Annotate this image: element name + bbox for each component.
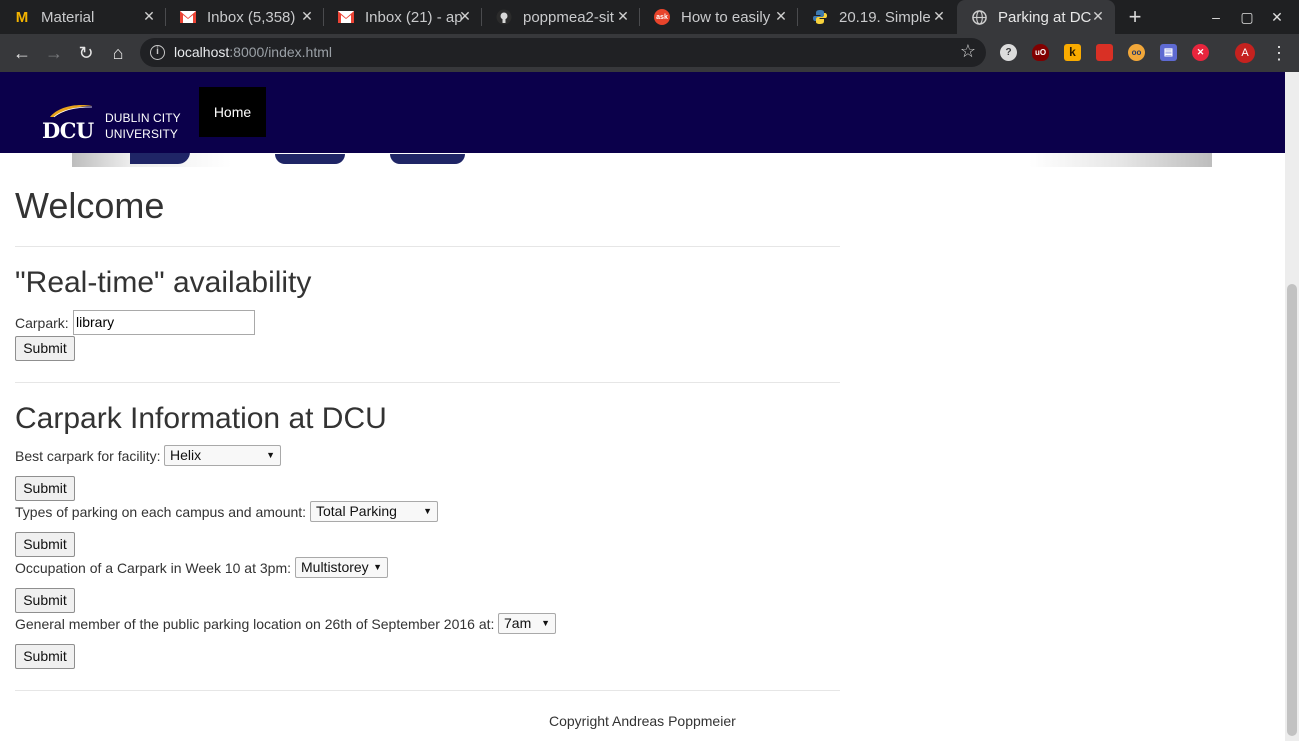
page-scrollbar[interactable] [1285,72,1299,741]
public-parking-selected: 7am [504,615,532,631]
new-tab-button[interactable]: + [1121,4,1149,30]
dropdown-arrow-icon: ▼ [541,618,550,628]
facility-submit-button[interactable]: Submit [15,476,75,501]
carpark-info-heading: Carpark Information at DCU [15,402,387,435]
realtime-submit-button[interactable]: Submit [15,336,75,361]
parking-types-selected: Total Parking [316,503,397,519]
page-title: Welcome [15,185,165,226]
public-parking-select[interactable]: 7am ▼ [498,613,556,634]
github-icon [496,9,512,25]
tab-parking-dcu[interactable]: Parking at DC ✕ [957,0,1115,34]
help-icon[interactable]: ? [1000,44,1017,61]
logo-line1: DUBLIN CITY [105,111,181,125]
tab-strip: M Material ✕ Inbox (5,358) ✕ Inbox (21) … [0,0,1299,34]
divider [15,690,840,691]
ask-icon: ask [654,9,670,25]
globe-icon [971,9,987,25]
tab-inbox-5358[interactable]: Inbox (5,358) ✕ [166,0,324,34]
home-icon[interactable]: ⌂ [106,41,130,65]
close-icon[interactable]: ✕ [458,9,472,23]
address-bar[interactable]: i localhost:8000/index.html ☆ [140,38,986,67]
keep-icon[interactable]: k [1064,44,1081,61]
address-path: :8000/index.html [229,44,332,60]
page-viewport: DCU DUBLIN CITY UNIVERSITY Home Welcome … [0,72,1285,741]
occupation-select[interactable]: Multistorey ▼ [295,557,388,578]
divider [15,382,840,383]
window-close-icon[interactable]: ✕ [1268,8,1286,26]
carpark-label: Carpark: [15,315,69,331]
browser-toolbar: ← → ↻ ⌂ i localhost:8000/index.html ☆ ? … [0,34,1299,72]
parking-types-label: Types of parking on each campus and amou… [15,504,307,520]
tab-material[interactable]: M Material ✕ [0,0,166,34]
forward-icon[interactable]: → [42,41,66,65]
reload-icon[interactable]: ↻ [74,41,98,65]
info-icon[interactable]: i [150,45,165,60]
facility-select[interactable]: Helix ▼ [164,445,281,466]
back-icon[interactable]: ← [10,41,34,65]
close-icon[interactable]: ✕ [142,9,156,23]
divider [15,246,840,247]
dropdown-arrow-icon: ▼ [373,562,382,572]
dropdown-arrow-icon: ▼ [266,450,275,460]
minimize-icon[interactable]: – [1207,8,1225,26]
tab-inbox-21[interactable]: Inbox (21) - ap ✕ [324,0,482,34]
occupation-submit-button[interactable]: Submit [15,588,75,613]
gmail-icon [338,9,354,25]
parking-types-submit-button[interactable]: Submit [15,532,75,557]
bookmark-star-icon[interactable]: ☆ [960,41,976,62]
carpark-input[interactable]: library [73,310,255,335]
facility-label: Best carpark for facility: [15,448,161,464]
tab-ask[interactable]: ask How to easily ✕ [640,0,798,34]
logo-mark: DCU [42,118,94,143]
scrollbar-thumb[interactable] [1287,284,1297,736]
parking-types-select[interactable]: Total Parking ▼ [310,501,438,522]
logo-line2: UNIVERSITY [105,127,179,141]
public-parking-label: General member of the public parking loc… [15,616,495,632]
dcu-logo[interactable]: DCU DUBLIN CITY UNIVERSITY [40,104,190,144]
tab-python-docs[interactable]: 20.19. Simple ✕ [798,0,956,34]
tab-github[interactable]: poppmea2-sit ✕ [482,0,640,34]
material-favicon-icon: M [15,8,29,26]
dropdown-arrow-icon: ▼ [423,506,432,516]
nav-home-link[interactable]: Home [199,87,266,137]
ublock-icon[interactable]: uO [1032,44,1049,61]
close-icon[interactable]: ✕ [1091,9,1105,23]
owl-icon[interactable]: oo [1128,44,1145,61]
dcu-swoosh-icon [50,105,93,118]
occupation-selected: Multistorey [301,559,369,575]
menu-icon[interactable]: ⋮ [1270,43,1288,63]
footer-copyright: Copyright Andreas Poppmeier [549,713,736,729]
close-icon[interactable]: ✕ [616,9,630,23]
reader-icon[interactable]: ▤ [1160,44,1177,61]
site-navbar: DCU DUBLIN CITY UNIVERSITY Home [0,72,1285,153]
close-icon[interactable]: ✕ [932,9,946,23]
close-red-icon[interactable]: ✕ [1192,44,1209,61]
profile-avatar[interactable]: A [1235,43,1255,63]
facility-selected: Helix [170,447,202,463]
address-url[interactable]: localhost:8000/index.html [174,44,332,60]
bookmark-red-icon[interactable] [1096,44,1113,61]
realtime-heading: "Real-time" availability [15,266,312,299]
python-icon [812,9,828,25]
close-icon[interactable]: ✕ [774,9,788,23]
close-icon[interactable]: ✕ [300,9,314,23]
public-parking-submit-button[interactable]: Submit [15,644,75,669]
gmail-icon [180,9,196,25]
address-host: localhost [174,44,230,60]
occupation-label: Occupation of a Carpark in Week 10 at 3p… [15,560,291,576]
maximize-icon[interactable]: ▢ [1238,8,1256,26]
